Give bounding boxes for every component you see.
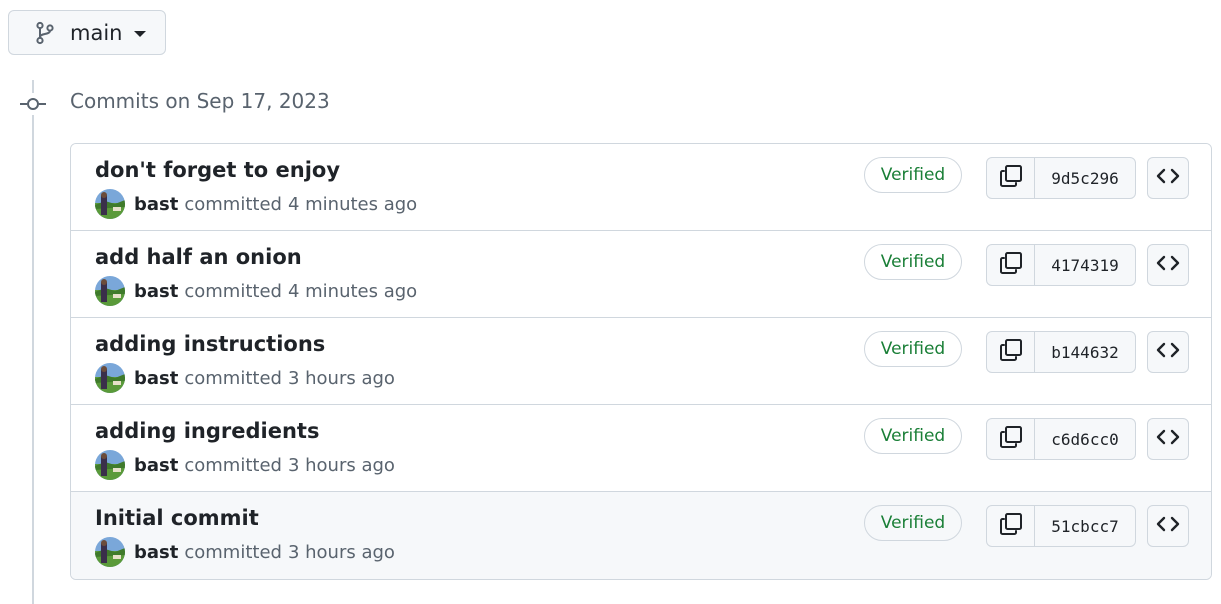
commit-row: adding ingredients bast committed 3 hour… [71,405,1211,492]
commit-row: Initial commit bast committed 3 hours ag… [71,492,1211,579]
code-icon [1156,253,1180,277]
commit-author[interactable]: bast [134,281,178,302]
commit-meta: bast committed 3 hours ago [95,537,395,567]
copy-sha-button[interactable] [987,506,1035,546]
commit-verb: committed [184,541,282,563]
timeline-line [32,80,34,604]
commit-verb: committed [184,454,282,476]
avatar[interactable] [95,276,125,306]
git-commit-icon [20,93,46,115]
avatar[interactable] [95,537,125,567]
commit-sha-link[interactable]: 9d5c296 [1035,158,1135,198]
commit-date-heading: Commits on Sep 17, 2023 [70,89,330,113]
commit-title[interactable]: don't forget to enjoy [95,158,340,182]
commits-page: main Commits on Sep 17, 2023 don't forge… [0,0,1221,604]
browse-repo-button[interactable] [1147,331,1189,373]
commit-verb: committed [184,367,282,389]
commit-title[interactable]: Initial commit [95,506,259,530]
verified-badge[interactable]: Verified [864,244,962,280]
browse-repo-button[interactable] [1147,505,1189,547]
commit-time: 3 hours ago [287,541,395,563]
avatar[interactable] [95,450,125,480]
commit-row: add half an onion bast committed 4 minut… [71,231,1211,318]
avatar[interactable] [95,189,125,219]
commit-meta: bast committed 3 hours ago [95,450,395,480]
commit-list: don't forget to enjoy bast committed 4 m… [70,143,1212,580]
code-icon [1156,340,1180,364]
commit-meta: bast committed 4 minutes ago [95,189,417,219]
copy-icon [999,164,1023,192]
commit-author[interactable]: bast [134,542,178,563]
copy-icon [999,338,1023,366]
verified-badge[interactable]: Verified [864,505,962,541]
commit-author[interactable]: bast [134,455,178,476]
code-icon [1156,427,1180,451]
commit-title[interactable]: adding instructions [95,332,325,356]
chevron-down-icon [134,30,147,37]
sha-button-group: 9d5c296 [986,157,1136,199]
commit-time: 3 hours ago [287,454,395,476]
commit-meta: bast committed 3 hours ago [95,363,395,393]
browse-repo-button[interactable] [1147,157,1189,199]
commit-verb: committed [184,280,282,302]
copy-sha-button[interactable] [987,158,1035,198]
commit-time: 3 hours ago [287,367,395,389]
sha-button-group: c6d6cc0 [986,418,1136,460]
commit-sha-link[interactable]: b144632 [1035,332,1135,372]
copy-sha-button[interactable] [987,419,1035,459]
copy-sha-button[interactable] [987,332,1035,372]
sha-button-group: 4174319 [986,244,1136,286]
commit-time: 4 minutes ago [287,193,418,215]
code-icon [1156,514,1180,538]
browse-repo-button[interactable] [1147,244,1189,286]
verified-badge[interactable]: Verified [864,157,962,193]
avatar[interactable] [95,363,125,393]
copy-sha-button[interactable] [987,245,1035,285]
code-icon [1156,166,1180,190]
commit-row: adding instructions bast committed 3 hou… [71,318,1211,405]
branch-selector-button[interactable]: main [8,10,166,55]
sha-button-group: 51cbcc7 [986,505,1136,547]
commit-author[interactable]: bast [134,368,178,389]
commit-title[interactable]: add half an onion [95,245,302,269]
commit-title[interactable]: adding ingredients [95,419,319,443]
branch-name: main [70,20,123,45]
commit-author[interactable]: bast [134,194,178,215]
commit-time: 4 minutes ago [287,280,418,302]
copy-icon [999,251,1023,279]
commit-verb: committed [184,193,282,215]
verified-badge[interactable]: Verified [864,418,962,454]
git-branch-icon [34,21,56,45]
copy-icon [999,425,1023,453]
commit-meta: bast committed 4 minutes ago [95,276,417,306]
sha-button-group: b144632 [986,331,1136,373]
commit-row: don't forget to enjoy bast committed 4 m… [71,144,1211,231]
commit-sha-link[interactable]: c6d6cc0 [1035,419,1135,459]
copy-icon [999,512,1023,540]
commit-sha-link[interactable]: 51cbcc7 [1035,506,1135,546]
commit-sha-link[interactable]: 4174319 [1035,245,1135,285]
browse-repo-button[interactable] [1147,418,1189,460]
verified-badge[interactable]: Verified [864,331,962,367]
